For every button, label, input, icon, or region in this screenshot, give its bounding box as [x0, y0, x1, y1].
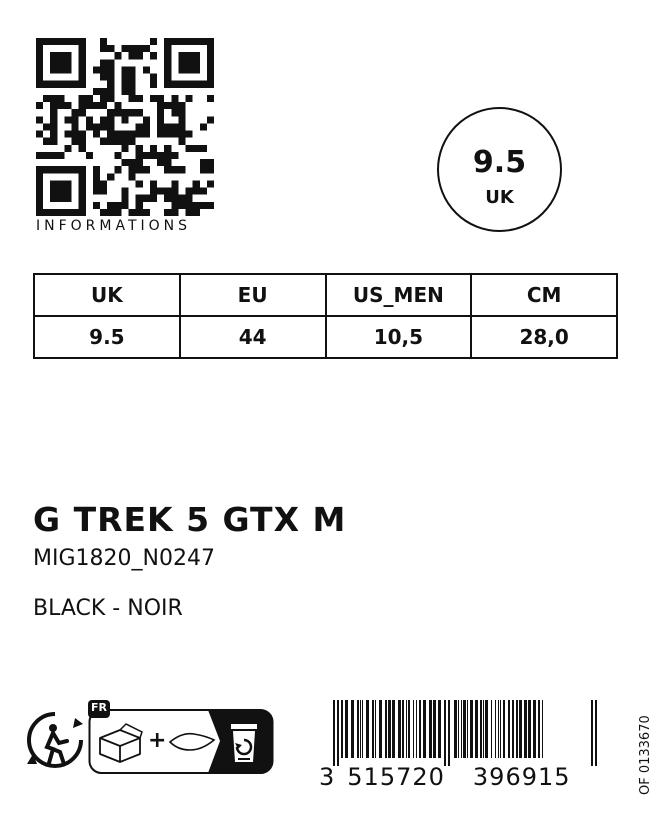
product-name: G TREK 5 GTX M: [33, 500, 347, 539]
barcode-digits: 3 515720 396915: [319, 763, 571, 791]
product-code: MIG1820_N0247: [33, 546, 215, 571]
table-header-cell: UK: [33, 273, 181, 317]
recycle-bin-icon: [231, 724, 257, 762]
table-cell: 44: [178, 315, 327, 359]
plus-sign: +: [148, 728, 167, 753]
reference-code: OF 0133670: [638, 715, 653, 795]
qr-label: INFORMATIONS: [36, 218, 192, 234]
table-header-cell: EU: [178, 273, 327, 317]
triman-icon: [27, 712, 83, 768]
recycling-info: FR +: [88, 700, 274, 776]
product-color: BLACK - NOIR: [33, 596, 183, 621]
size-value: 9.5: [472, 145, 527, 180]
table-header-cell: CM: [470, 273, 618, 317]
table-row: 9.5 44 10,5 28,0: [33, 315, 618, 359]
table-cell: 9.5: [33, 315, 181, 359]
table-header-row: UK EU US_MEN CM: [33, 273, 618, 317]
barcode-left-group: 515720: [347, 763, 445, 791]
size-badge: 9.5 UK: [437, 107, 562, 232]
table-cell: 10,5: [324, 315, 473, 359]
table-header-cell: US_MEN: [324, 273, 473, 317]
barcode-first-digit: 3: [319, 763, 336, 791]
size-unit: UK: [485, 187, 514, 208]
qr-code-icon: [36, 38, 214, 216]
paper-icon: [168, 732, 216, 751]
barcode-right-group: 396915: [472, 763, 571, 791]
size-table: UK EU US_MEN CM 9.5 44 10,5 28,0: [33, 273, 618, 359]
country-badge: FR: [91, 701, 107, 714]
box-icon: [99, 723, 143, 763]
table-cell: 28,0: [470, 315, 618, 359]
barcode-icon: [333, 700, 597, 766]
